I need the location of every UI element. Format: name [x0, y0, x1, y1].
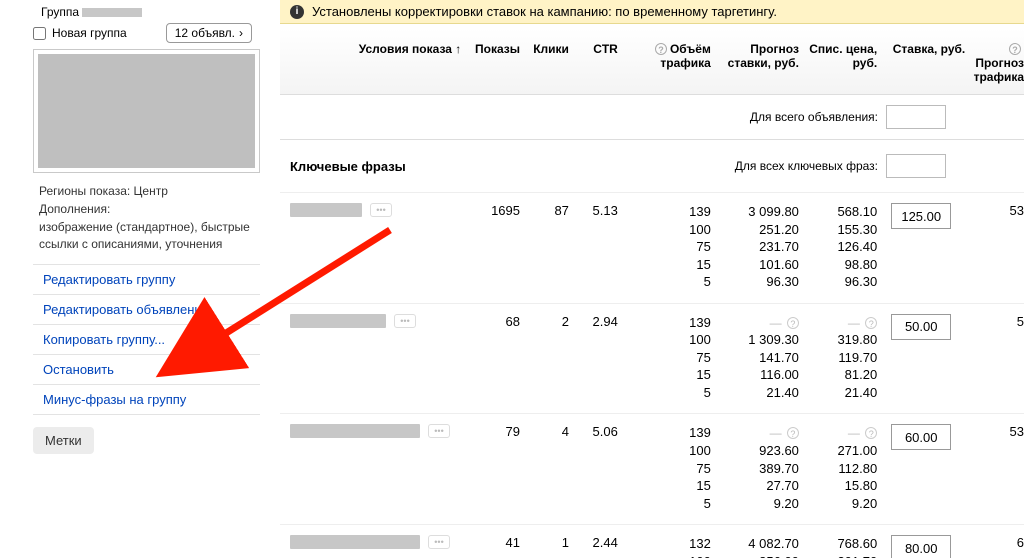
group-action-list: Редактировать группу Редактировать объяв…: [33, 264, 260, 415]
main-table-area: Условия показа ↑ Показы Клики CTR ?Объём…: [280, 28, 1024, 558]
keyword-redacted: [290, 424, 420, 438]
cell-clicks: 87: [520, 203, 569, 291]
keyword-redacted: [290, 535, 420, 549]
ads-count-button[interactable]: 12 объявл. ›: [166, 23, 252, 43]
bid-input[interactable]: [891, 424, 951, 450]
all-ad-bid-label: Для всего объявления:: [280, 110, 886, 124]
header-traffic-vol[interactable]: ?Объём трафика: [618, 42, 711, 84]
bid-input[interactable]: [891, 535, 951, 558]
keyword-menu-icon[interactable]: •••: [428, 424, 450, 438]
banner-text: Установлены корректировки ставок на камп…: [312, 4, 777, 19]
table-row: ••• 4112.44132100751554 082.70856.00364.2…: [280, 524, 1024, 558]
header-ctr[interactable]: CTR: [569, 42, 618, 84]
cell-ctr: 5.06: [569, 424, 618, 512]
ad-count-label: 12 объявл.: [175, 26, 235, 40]
keyword-menu-icon[interactable]: •••: [428, 535, 450, 549]
regions-label: Регионы показа: Центр: [39, 183, 254, 199]
copy-group-link[interactable]: Копировать группу...: [33, 325, 260, 355]
cell-shows: 41: [461, 535, 520, 558]
cell-traffic-prognosis: 6: [965, 535, 1024, 558]
bid-input[interactable]: [891, 314, 951, 340]
keyword-menu-icon[interactable]: •••: [394, 314, 416, 328]
table-header: Условия показа ↑ Показы Клики CTR ?Объём…: [280, 28, 1024, 95]
group-select-checkbox[interactable]: [33, 27, 46, 40]
all-keywords-bid-label: Для всех ключевых фраз:: [735, 159, 878, 173]
stop-link[interactable]: Остановить: [33, 355, 260, 385]
keyword-redacted: [290, 314, 386, 328]
cell-forecast-bid: 4 082.70856.00364.20110.6066.50: [711, 535, 799, 558]
cell-ctr: 5.13: [569, 203, 618, 291]
cell-traffic-volume: 13910075155: [618, 424, 711, 512]
group-meta: Регионы показа: Центр Дополнения: изобра…: [33, 179, 260, 258]
cell-writeoff-price: — ?271.00112.8015.809.20: [799, 424, 877, 512]
chevron-right-icon: ›: [239, 26, 243, 40]
cell-writeoff-price: 568.10155.30126.4098.8096.30: [799, 203, 877, 291]
minus-phrases-link[interactable]: Минус-фразы на группу: [33, 385, 260, 415]
all-ad-bid-row: Для всего объявления:: [280, 95, 1024, 140]
keyword-redacted: [290, 203, 362, 217]
keyword-menu-icon[interactable]: •••: [370, 203, 392, 217]
adjustments-banner: i Установлены корректировки ставок на ка…: [280, 0, 1024, 24]
cell-shows: 79: [461, 424, 520, 512]
table-row: ••• 6822.9413910075155— ?1 309.30141.7011…: [280, 303, 1024, 414]
keywords-section-heading: Ключевые фразы Для всех ключевых фраз:: [280, 140, 1024, 192]
sidebar: Группа Новая группа 12 объявл. › Регионы…: [33, 0, 260, 454]
edit-ads-link[interactable]: Редактировать объявления: [33, 295, 260, 325]
keywords-label: Ключевые фразы: [280, 159, 735, 174]
table-row: ••• 7945.0613910075155— ?923.60389.7027.7…: [280, 413, 1024, 524]
cell-traffic-volume: 13210075155: [618, 535, 711, 558]
cell-traffic-prognosis: 53: [965, 424, 1024, 512]
header-clicks[interactable]: Клики: [520, 42, 569, 84]
cell-clicks: 1: [520, 535, 569, 558]
additions-body: изображение (стандартное), быстрые ссылк…: [39, 219, 254, 251]
cell-forecast-bid: — ?1 309.30141.70116.0021.40: [711, 314, 799, 402]
cell-writeoff-price: 768.60301.70172.5090.6066.50: [799, 535, 877, 558]
group-name-redacted: [82, 8, 142, 17]
ad-preview-card: [33, 49, 260, 173]
cell-ctr: 2.94: [569, 314, 618, 402]
cell-shows: 1695: [461, 203, 520, 291]
header-writeoff[interactable]: Спис. цена, руб.: [799, 42, 877, 84]
labels-button[interactable]: Метки: [33, 427, 94, 454]
cell-traffic-prognosis: 53: [965, 203, 1024, 291]
cell-traffic-volume: 13910075155: [618, 314, 711, 402]
header-traffic-prog[interactable]: ?Прогноз трафика: [965, 42, 1024, 84]
edit-group-link[interactable]: Редактировать группу: [33, 265, 260, 295]
table-row: ••• 1695875.13139100751553 099.80251.2023…: [280, 192, 1024, 303]
cell-forecast-bid: — ?923.60389.7027.709.20: [711, 424, 799, 512]
cell-forecast-bid: 3 099.80251.20231.70101.6096.30: [711, 203, 799, 291]
additions-label: Дополнения:: [39, 201, 254, 217]
group-heading: Группа: [33, 0, 260, 21]
cell-clicks: 4: [520, 424, 569, 512]
cell-traffic-volume: 13910075155: [618, 203, 711, 291]
cell-shows: 68: [461, 314, 520, 402]
new-group-label: Новая группа: [52, 26, 166, 40]
all-ad-bid-input[interactable]: [886, 105, 946, 129]
ad-preview-image: [38, 54, 255, 168]
info-icon: i: [290, 5, 304, 19]
cell-clicks: 2: [520, 314, 569, 402]
all-keywords-bid-input[interactable]: [886, 154, 946, 178]
cell-ctr: 2.44: [569, 535, 618, 558]
header-conditions[interactable]: Условия показа ↑: [280, 42, 461, 84]
header-forecast-bid[interactable]: Прогноз ставки, руб.: [711, 42, 799, 84]
cell-writeoff-price: — ?319.80119.7081.2021.40: [799, 314, 877, 402]
header-shows[interactable]: Показы: [461, 42, 520, 84]
bid-input[interactable]: [891, 203, 951, 229]
cell-traffic-prognosis: 5: [965, 314, 1024, 402]
header-bid[interactable]: Ставка, руб.: [877, 42, 965, 84]
